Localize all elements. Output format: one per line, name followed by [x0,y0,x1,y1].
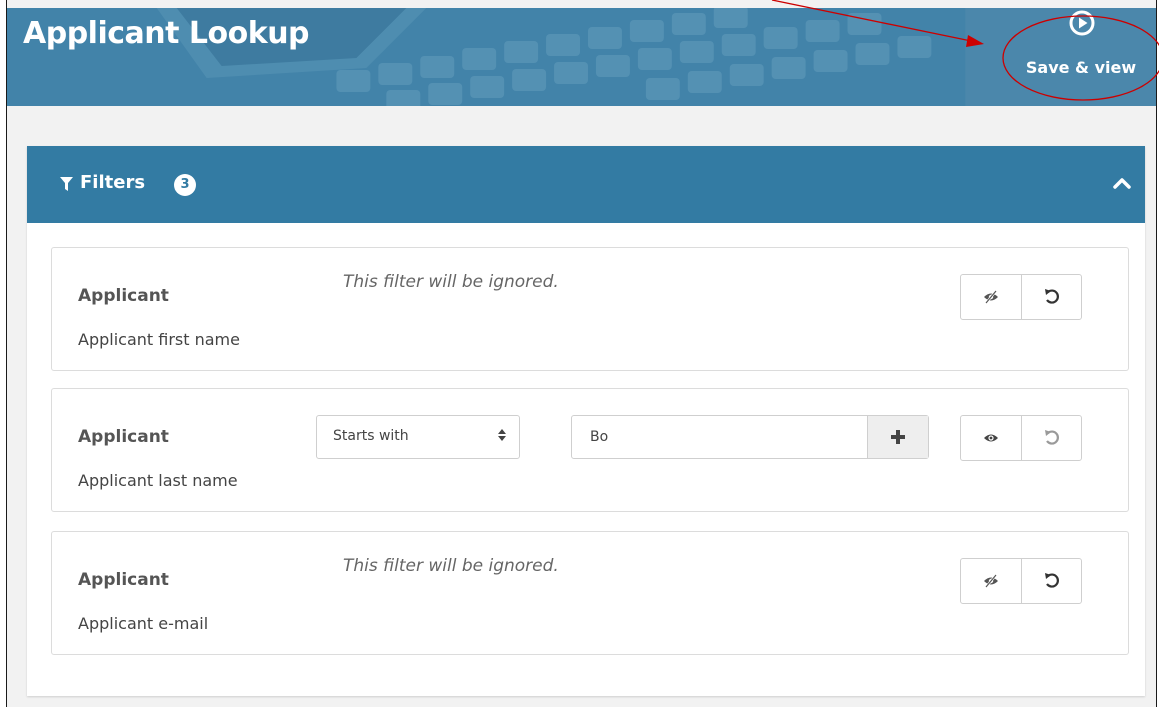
save-and-view-button[interactable]: Save & view [1006,8,1156,106]
toggle-visibility-button[interactable] [961,416,1022,460]
page-header: Applicant Lookup Save & view [7,8,1156,106]
operator-select[interactable]: Starts with [316,415,520,459]
plus-icon [891,430,905,444]
eye-icon [984,434,998,442]
filter-field-label: Applicant last name [78,471,238,490]
filter-ignored-message: This filter will be ignored. [343,556,559,576]
reset-filter-button[interactable] [1022,416,1082,460]
reset-filter-button[interactable] [1022,559,1082,603]
filter-ignored-message: This filter will be ignored. [343,272,559,292]
filter-entity-label: Applicant [78,286,169,306]
reset-filter-button[interactable] [1022,275,1082,319]
app-frame: Applicant Lookup Save & view Filters 3 A… [6,0,1157,707]
play-circle-icon [1069,10,1095,36]
toggle-visibility-button[interactable] [961,559,1022,603]
filter-action-group [960,274,1082,320]
page-title: Applicant Lookup [23,16,310,51]
filter-field-label: Applicant first name [78,330,240,349]
filter-entity-label: Applicant [78,570,169,590]
add-value-button[interactable] [867,416,928,458]
filter-action-group [960,558,1082,604]
filter-count-badge: 3 [174,174,196,196]
filter-action-group [960,415,1082,461]
sort-arrows-icon [498,429,506,441]
save-and-view-label: Save & view [1025,58,1137,77]
filter-row-email: Applicant Applicant e-mail This filter w… [51,531,1129,655]
funnel-icon [60,177,73,191]
filter-value-group [571,415,929,459]
filter-row-last-name: Applicant Applicant last name Starts wit… [51,388,1129,512]
operator-select-value: Starts with [333,428,409,444]
undo-icon [1045,573,1059,588]
filter-row-first-name: Applicant Applicant first name This filt… [51,247,1129,371]
eye-slash-icon [984,574,998,588]
filter-field-label: Applicant e-mail [78,614,209,633]
filters-panel: Filters 3 Applicant Applicant first name… [27,146,1145,696]
undo-icon [1045,289,1059,304]
filter-value-input[interactable] [572,416,868,458]
eye-slash-icon [984,290,998,304]
filters-title: Filters [80,172,146,193]
toggle-visibility-button[interactable] [961,275,1022,319]
filter-entity-label: Applicant [78,427,169,447]
undo-icon [1045,430,1059,445]
chevron-up-icon[interactable] [1107,168,1137,198]
filters-panel-header[interactable]: Filters 3 [27,146,1145,223]
